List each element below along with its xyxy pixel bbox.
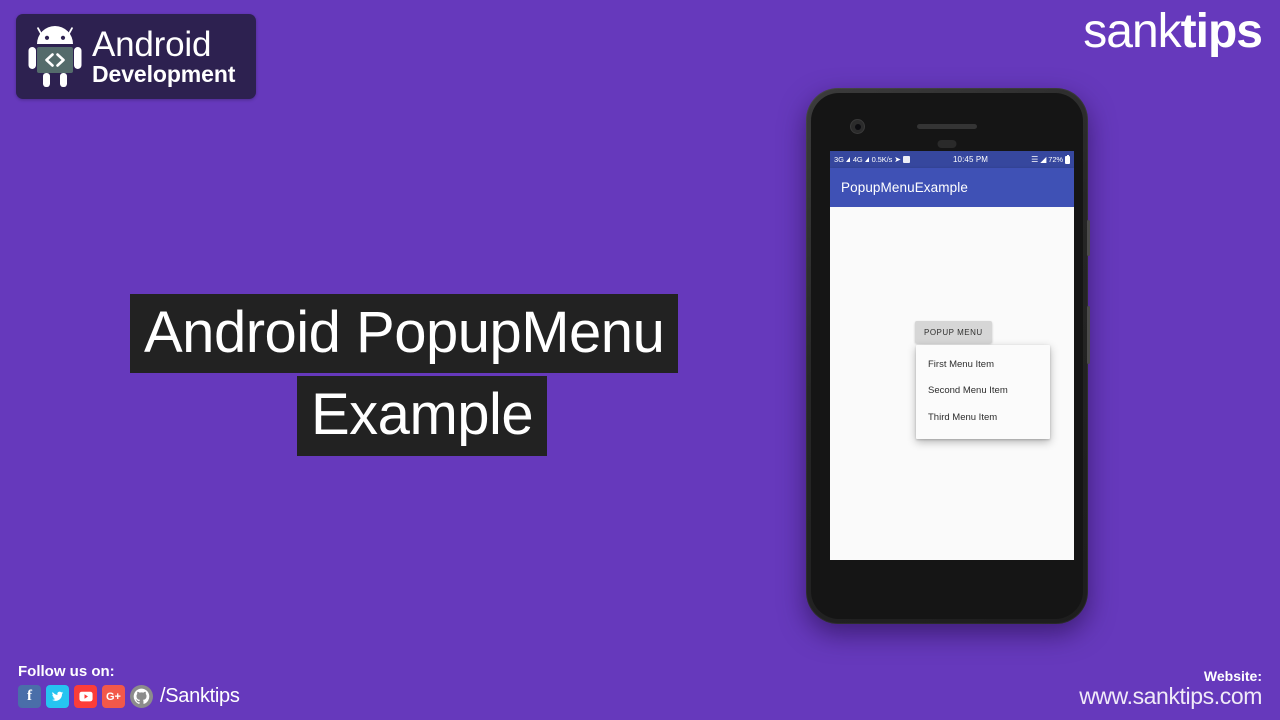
page-title: Android PopupMenu Example <box>0 294 720 456</box>
follow-label: Follow us on: <box>18 663 115 680</box>
popup-menu-button[interactable]: POPUP MENU <box>915 321 992 343</box>
status-bar-right: ☰ ◢ 72% <box>1031 154 1070 164</box>
volume-button[interactable] <box>1087 306 1090 364</box>
site-logo-bold: tips <box>1180 5 1263 58</box>
website-label: Website: <box>1203 667 1262 684</box>
network-3g-label: 3G <box>834 155 844 164</box>
site-logo: sanktips <box>1083 5 1263 59</box>
headline-line-2: Example <box>297 376 548 456</box>
menu-item-first[interactable]: First Menu Item <box>916 352 1050 378</box>
status-bar-left: 3G 4G 0.5K/s ➤ <box>834 155 910 164</box>
location-arrow-icon: ➤ <box>894 154 901 164</box>
social-links: f G+ /Sanktips <box>18 685 240 708</box>
battery-icon <box>1065 154 1070 164</box>
app-bar-title: PopupMenuExample <box>841 180 968 195</box>
app-content: POPUP MENU First Menu Item Second Menu I… <box>830 207 1074 560</box>
front-camera-icon <box>851 120 864 133</box>
phone-body: 3G 4G 0.5K/s ➤ 10:45 PM ☰ ◢ 72% PopupMen… <box>811 93 1083 619</box>
website-url: www.sanktips.com <box>1079 683 1262 710</box>
battery-percent-label: 72% <box>1048 155 1063 164</box>
website-section: Website: www.sanktips.com <box>1079 667 1262 710</box>
network-4g-label: 4G <box>852 155 863 164</box>
headline-line-1: Android PopupMenu <box>130 294 679 374</box>
signal-triangle-icon-2 <box>864 157 869 162</box>
youtube-icon[interactable] <box>74 685 97 708</box>
social-handle: /Sanktips <box>160 685 240 707</box>
site-logo-light: sank <box>1083 5 1181 58</box>
phone-screen: 3G 4G 0.5K/s ➤ 10:45 PM ☰ ◢ 72% PopupMen… <box>830 151 1074 560</box>
wifi-icon: ◢ <box>1040 154 1047 164</box>
googleplus-icon[interactable]: G+ <box>102 685 125 708</box>
menu-item-third[interactable]: Third Menu Item <box>916 405 1050 431</box>
signal-bars-icon: ☰ <box>1031 154 1039 164</box>
data-rate-label: 0.5K/s <box>871 155 893 164</box>
android-robot-code-icon <box>28 25 82 88</box>
facebook-icon[interactable]: f <box>18 685 41 708</box>
brand-title: Android <box>92 25 212 64</box>
app-bar: PopupMenuExample <box>830 168 1074 207</box>
power-button[interactable] <box>1087 220 1090 256</box>
github-icon[interactable] <box>130 685 153 708</box>
twitter-icon[interactable] <box>46 685 69 708</box>
menu-item-second[interactable]: Second Menu Item <box>916 378 1050 404</box>
brand-subtitle: Development <box>92 61 236 87</box>
popup-menu[interactable]: First Menu Item Second Menu Item Third M… <box>916 345 1050 440</box>
photo-icon <box>902 156 910 163</box>
status-bar: 3G 4G 0.5K/s ➤ 10:45 PM ☰ ◢ 72% <box>830 151 1074 168</box>
brand-badge: Android Development <box>16 14 256 99</box>
status-bar-clock: 10:45 PM <box>953 155 989 164</box>
follow-section: Follow us on: f G+ /Sanktips <box>18 663 240 708</box>
signal-triangle-icon <box>845 157 850 162</box>
phone-mockup: 3G 4G 0.5K/s ➤ 10:45 PM ☰ ◢ 72% PopupMen… <box>806 88 1090 624</box>
earpiece-speaker-icon <box>917 124 977 129</box>
proximity-sensor-icon <box>937 140 957 148</box>
